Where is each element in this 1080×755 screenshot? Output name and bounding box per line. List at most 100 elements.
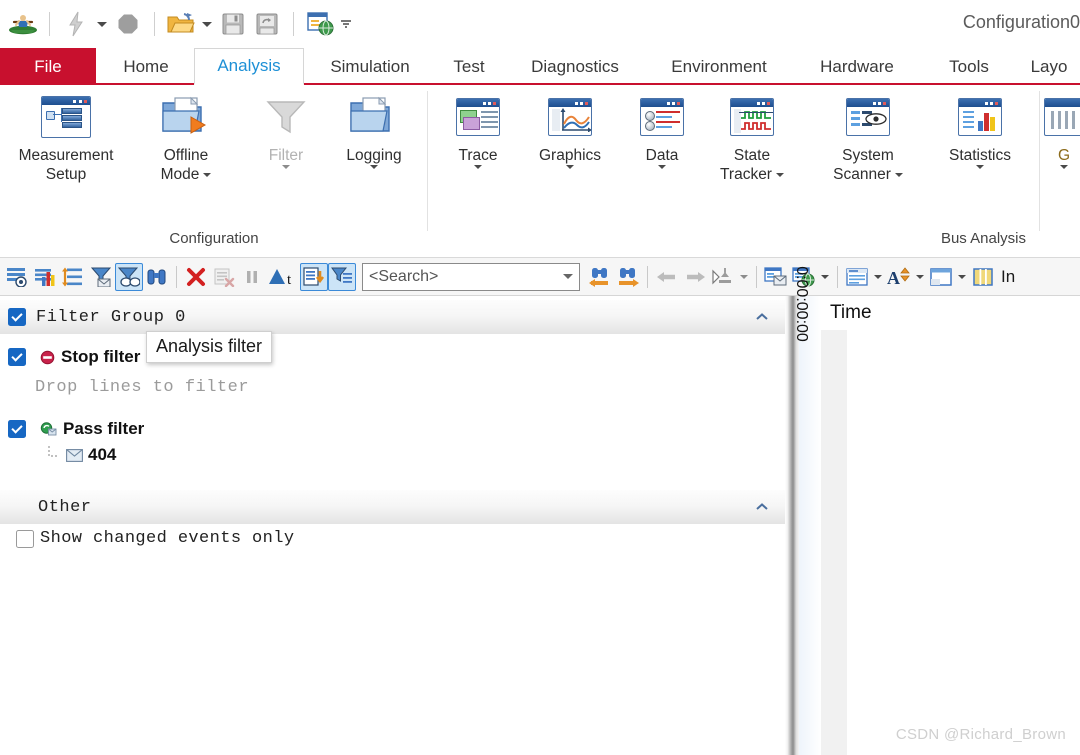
filter-group-header-other[interactable]: Other: [0, 490, 785, 524]
rows-layout-icon[interactable]: [843, 263, 871, 291]
gateway-icon: [1038, 91, 1080, 143]
clear-red-x-icon[interactable]: [182, 263, 210, 291]
time-scale-strip: 0:00:00:00: [793, 266, 822, 755]
binoculars-icon[interactable]: [143, 263, 171, 291]
ribbon-group-title-bus-analysis: Bus Analysis: [940, 230, 1026, 247]
ribbon-label-line2: [282, 165, 290, 169]
expand-rows-icon[interactable]: [59, 263, 87, 291]
tab-home[interactable]: Home: [104, 48, 188, 85]
font-size-dropdown-icon[interactable]: [913, 263, 927, 291]
arrow-left-icon[interactable]: [653, 263, 681, 291]
stop-icon[interactable]: [111, 7, 145, 41]
panel-layout-icon[interactable]: [927, 263, 955, 291]
chevron-down-icon[interactable]: [1060, 165, 1068, 169]
tab-layout[interactable]: Layo: [1018, 48, 1080, 85]
ribbon-item-state-tracker[interactable]: State Tracker: [706, 91, 798, 184]
chevron-down-icon[interactable]: [203, 172, 212, 177]
stop-filter-checkbox[interactable]: [8, 348, 26, 366]
toolbar-separator-4: [837, 265, 838, 288]
ribbon-item-offline-mode[interactable]: Offline Mode: [140, 91, 232, 184]
ribbon-item-trace[interactable]: Trace: [432, 91, 524, 169]
tab-hardware[interactable]: Hardware: [798, 48, 916, 85]
filter-group-header-0[interactable]: Filter Group 0: [0, 300, 785, 334]
collapse-chevron-up-icon[interactable]: [755, 309, 769, 327]
chevron-down-icon[interactable]: [658, 165, 666, 169]
tab-simulation[interactable]: Simulation: [308, 48, 432, 85]
search-input[interactable]: <Search>: [362, 262, 580, 291]
chevron-down-icon[interactable]: [370, 165, 378, 169]
ribbon-item-g-truncated[interactable]: G: [1034, 91, 1080, 169]
pass-filter-child-row[interactable]: 404: [46, 445, 116, 465]
tab-environment[interactable]: Environment: [648, 48, 790, 85]
marker-icon[interactable]: [709, 263, 737, 291]
panel-layout-dropdown-icon[interactable]: [955, 263, 969, 291]
message-filter-icon[interactable]: [87, 263, 115, 291]
ribbon-label-line2: [976, 165, 984, 169]
show-changed-events-label: Show changed events only: [40, 529, 295, 548]
ribbon-item-filter[interactable]: Filter: [240, 91, 332, 169]
open-dropdown[interactable]: [198, 7, 216, 41]
find-previous-icon[interactable]: [586, 263, 614, 291]
show-changed-events-checkbox[interactable]: [16, 529, 34, 548]
window-globe-dropdown-icon[interactable]: [818, 263, 832, 291]
configure-trace-icon[interactable]: [3, 263, 31, 291]
ribbon-item-system-scanner[interactable]: System Scanner: [822, 91, 914, 184]
ribbon-label-line2: [370, 165, 378, 169]
tab-diagnostics[interactable]: Diagnostics: [508, 48, 642, 85]
chevron-down-icon[interactable]: [282, 165, 290, 169]
tree-branch-icon: [48, 446, 57, 457]
publish-icon[interactable]: [303, 7, 337, 41]
chevron-down-icon[interactable]: [563, 274, 573, 279]
save-as-icon[interactable]: [250, 7, 284, 41]
ribbon-item-data[interactable]: Data: [616, 91, 708, 169]
tab-tools[interactable]: Tools: [930, 48, 1008, 85]
quick-access-toolbar: [0, 0, 355, 48]
qat-separator-1: [49, 12, 50, 36]
chevron-down-icon[interactable]: [976, 165, 984, 169]
collapse-chevron-up-icon[interactable]: [755, 499, 769, 517]
filter-panel-toggle-icon[interactable]: [328, 262, 356, 291]
stop-filter-row[interactable]: Stop filter: [0, 342, 785, 372]
panel-splitter[interactable]: [785, 296, 799, 755]
column-header-row: Time: [821, 296, 1080, 330]
ribbon-item-graphics[interactable]: Graphics: [524, 91, 616, 169]
tab-test[interactable]: Test: [436, 48, 502, 85]
analysis-filter-icon[interactable]: [115, 262, 143, 291]
chevron-down-icon[interactable]: [775, 172, 784, 177]
absolute-time-icon[interactable]: t: [266, 263, 300, 291]
flash-icon[interactable]: [59, 7, 93, 41]
ribbon-item-logging[interactable]: Logging: [328, 91, 420, 169]
pass-filter-checkbox[interactable]: [8, 420, 26, 438]
flash-dropdown[interactable]: [93, 7, 111, 41]
chevron-down-icon[interactable]: [894, 172, 903, 177]
pause-icon[interactable]: [238, 263, 266, 291]
ribbon-label-line1: Data: [645, 147, 679, 164]
statistics-view-icon[interactable]: [31, 263, 59, 291]
save-icon[interactable]: [216, 7, 250, 41]
ribbon-item-measurement-setup[interactable]: Measurement Setup: [19, 91, 113, 184]
columns-icon[interactable]: [969, 263, 997, 291]
filter-group-0-checkbox[interactable]: [8, 308, 26, 326]
tab-file[interactable]: File: [0, 48, 96, 85]
search-placeholder: <Search>: [369, 267, 439, 285]
pass-filter-label: Pass filter: [63, 419, 145, 438]
marker-dropdown-icon[interactable]: [737, 263, 751, 291]
logging-marker-icon[interactable]: [300, 262, 328, 291]
pass-filter-row[interactable]: Pass filter: [0, 414, 785, 444]
clear-list-icon[interactable]: [210, 263, 238, 291]
chevron-down-icon[interactable]: [566, 165, 574, 169]
ribbon-item-statistics[interactable]: Statistics: [934, 91, 1026, 169]
font-size-icon[interactable]: A: [885, 263, 913, 291]
other-group-label: Other: [38, 497, 92, 517]
window-split-icon[interactable]: [762, 263, 790, 291]
find-next-icon[interactable]: [614, 263, 642, 291]
customize-dropdown[interactable]: [337, 7, 355, 41]
analysis-toolbar: t <Search> A In: [0, 258, 1080, 296]
app-logo-icon[interactable]: [6, 7, 40, 41]
arrow-right-icon[interactable]: [681, 263, 709, 291]
rows-layout-dropdown-icon[interactable]: [871, 263, 885, 291]
open-folder-icon[interactable]: [164, 7, 198, 41]
tab-analysis[interactable]: Analysis: [194, 48, 304, 85]
show-changed-events-row[interactable]: Show changed events only: [8, 529, 294, 548]
chevron-down-icon[interactable]: [474, 165, 482, 169]
